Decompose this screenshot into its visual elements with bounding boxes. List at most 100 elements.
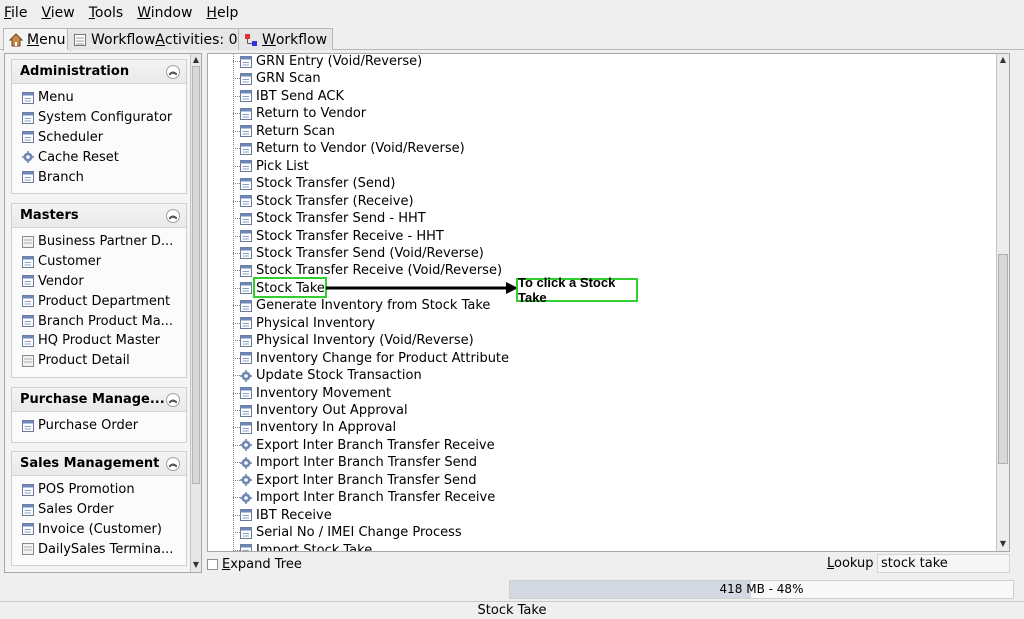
tree-item[interactable]: Import Inter Branch Transfer Send <box>233 454 477 471</box>
menu-link[interactable]: DailySales Termina... <box>12 539 186 559</box>
menu-item-window[interactable]: Window <box>137 5 192 21</box>
tree-item[interactable]: Stock Transfer (Receive) <box>233 193 414 210</box>
section-header[interactable]: Sales Management ︽ <box>12 452 186 476</box>
tree-item[interactable]: Return to Vendor (Void/Reverse) <box>233 140 465 157</box>
menu-section-masters: Masters ︽ Business Partner D... Customer Ven… <box>11 203 187 378</box>
menu-item-help[interactable]: Help <box>206 5 238 21</box>
menu-link[interactable]: Customer <box>12 252 186 272</box>
menu-link[interactable]: Product Detail <box>12 351 186 371</box>
tab-menu[interactable]: Menu <box>3 28 72 51</box>
window-icon <box>240 230 252 242</box>
gear-icon <box>240 456 252 469</box>
section-header[interactable]: Masters ︽ <box>12 204 186 228</box>
tree-item[interactable]: Return to Vendor <box>233 105 366 122</box>
section-header[interactable]: Administration ︽ <box>12 60 186 84</box>
tree-branch-line <box>233 497 240 499</box>
menu-link[interactable]: Sales Order <box>12 500 186 520</box>
expand-tree-checkbox[interactable] <box>207 558 218 570</box>
tree-scrollbar[interactable]: ▲ ▼ <box>996 54 1009 551</box>
tree-item[interactable]: Return Scan <box>233 123 335 140</box>
tree-item[interactable]: Serial No / IMEI Change Process <box>233 524 462 541</box>
tree-item[interactable]: Stock Transfer Send (Void/Reverse) <box>233 245 484 262</box>
tree-branch-line <box>233 479 240 481</box>
menu-link[interactable]: Invoice (Customer) <box>12 520 186 540</box>
window-icon <box>240 177 252 190</box>
menu-section-administration: Administration ︽ Menu System Configurator Sc… <box>11 59 187 194</box>
section-items: Menu System Configurator Scheduler Cache Re… <box>12 84 186 193</box>
menu-link[interactable]: Cache Reset <box>12 147 186 167</box>
menu-link[interactable]: Scheduler <box>12 128 186 148</box>
menu-link-label: Product Department <box>38 293 171 309</box>
section-title: Administration <box>20 64 130 79</box>
tree-item[interactable]: Pick List <box>233 158 309 175</box>
tree-branch-line <box>233 392 240 394</box>
menu-link-label: Product Detail <box>38 353 130 369</box>
tree-item[interactable]: Generate Inventory from Stock Take <box>233 297 490 314</box>
tree-item[interactable]: Stock Transfer Send - HHT <box>233 210 426 227</box>
collapse-icon[interactable]: ︽ <box>166 64 180 79</box>
window-icon <box>240 526 252 539</box>
menu-link[interactable]: Branch Product Ma... <box>12 311 186 331</box>
collapse-icon[interactable]: ︽ <box>166 456 180 471</box>
menu-link-label: System Configurator <box>38 110 173 126</box>
scrollbar-thumb[interactable] <box>998 254 1008 464</box>
tree-item[interactable]: Stock Transfer (Send) <box>233 175 396 192</box>
tree-item[interactable]: GRN Scan <box>233 70 321 87</box>
tree-item[interactable]: Physical Inventory (Void/Reverse) <box>233 332 474 349</box>
window-icon <box>22 111 34 124</box>
section-header[interactable]: Purchase Manage... ︽ <box>12 388 186 412</box>
tree-item[interactable]: Inventory Change for Product Attribute <box>233 350 509 367</box>
tree-item[interactable]: Inventory In Approval <box>233 419 396 436</box>
tree-item[interactable]: Stock Transfer Receive - HHT <box>233 228 444 245</box>
scroll-up-arrow-icon[interactable]: ▲ <box>999 55 1007 65</box>
tree-item[interactable]: Import Stock Take <box>233 542 372 551</box>
tree-item[interactable]: Inventory Movement <box>233 385 391 402</box>
menu-section-sales-management: Sales Management ︽ POS Promotion Sales Orde… <box>11 451 187 567</box>
tab-workflow[interactable]: Workflow <box>238 28 334 50</box>
tab-workflow-activities[interactable]: Workflow Activities: 0 <box>67 28 244 50</box>
scroll-down-arrow-icon[interactable]: ▼ <box>192 560 200 570</box>
expand-tree-label[interactable]: Expand Tree <box>222 557 302 572</box>
menu-link[interactable]: Vendor <box>12 272 186 292</box>
tree-branch-line <box>233 375 240 377</box>
annotation-arrow <box>326 282 518 294</box>
collapse-icon[interactable]: ︽ <box>166 208 180 223</box>
menu-link[interactable]: Product Department <box>12 291 186 311</box>
menu-link[interactable]: HQ Product Master <box>12 331 186 351</box>
window-icon <box>240 107 252 120</box>
menu-item-view[interactable]: View <box>41 5 74 21</box>
window-icon <box>240 195 252 208</box>
tree-item[interactable]: Inventory Out Approval <box>233 402 408 419</box>
scrollbar-thumb[interactable] <box>192 66 200 484</box>
window-icon <box>22 255 34 268</box>
tree-branch-line <box>233 444 240 446</box>
scroll-down-arrow-icon[interactable]: ▼ <box>999 539 1007 549</box>
tree-item[interactable]: Physical Inventory <box>233 315 375 332</box>
menu-link[interactable]: Branch <box>12 167 186 187</box>
tree-item-label: Stock Transfer (Send) <box>256 176 396 192</box>
menu-link[interactable]: Business Partner D... <box>12 232 186 252</box>
menu-link-label: Vendor <box>38 273 84 289</box>
tree-item[interactable]: Import Inter Branch Transfer Receive <box>233 489 495 506</box>
tree-item[interactable]: Export Inter Branch Transfer Receive <box>233 437 495 454</box>
scroll-up-arrow-icon[interactable]: ▲ <box>192 55 200 65</box>
tree-item[interactable]: IBT Receive <box>233 507 332 524</box>
menu-link[interactable]: Menu <box>12 88 186 108</box>
collapse-icon[interactable]: ︽ <box>166 392 180 407</box>
tab-bar: Menu Workflow Activities: 0 Workflow <box>0 26 1024 51</box>
tree-item[interactable]: GRN Entry (Void/Reverse) <box>233 54 422 70</box>
menu-link[interactable]: Purchase Order <box>12 416 186 436</box>
menu-item-tools[interactable]: Tools <box>89 5 124 21</box>
lookup-input[interactable] <box>877 554 1010 573</box>
memory-usage-bar[interactable]: 418 MB - 48% <box>509 580 1014 599</box>
window-icon <box>240 264 252 277</box>
tree-item[interactable]: IBT Send ACK <box>233 88 344 105</box>
menu-panel-scrollbar[interactable]: ▲ ▼ <box>190 54 201 572</box>
menu-link[interactable]: POS Promotion <box>12 480 186 500</box>
tree-item[interactable]: Export Inter Branch Transfer Send <box>233 472 476 489</box>
window-icon <box>240 317 252 330</box>
menu-link[interactable]: System Configurator <box>12 108 186 128</box>
menu-item-file[interactable]: File <box>4 5 27 21</box>
tree-item[interactable]: Update Stock Transaction <box>233 367 422 384</box>
form-icon <box>22 354 34 367</box>
